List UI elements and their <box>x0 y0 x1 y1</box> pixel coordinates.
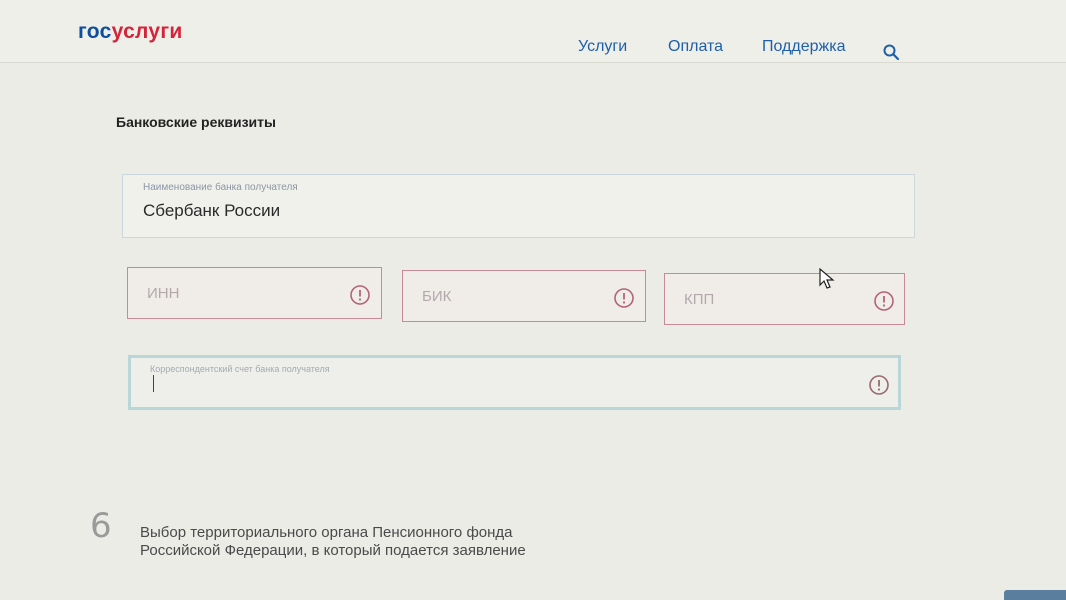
logo-part-gos: гос <box>78 20 112 43</box>
step-title-line2: Российской Федерации, в который подается… <box>140 542 526 559</box>
kpp-placeholder: КПП <box>684 291 715 308</box>
nav-payment[interactable]: Оплата <box>668 38 723 56</box>
bank-name-field[interactable]: Наименование банка получателя Сбербанк Р… <box>122 174 915 238</box>
step-number: 6 <box>90 506 112 546</box>
logo-part-uslugi: услуги <box>111 20 183 43</box>
bik-placeholder: БИК <box>422 288 452 305</box>
warning-icon <box>869 375 889 395</box>
bank-name-value: Сбербанк России <box>143 201 281 220</box>
next-button[interactable] <box>1004 590 1066 600</box>
section-title: Банковские реквизиты <box>116 114 276 130</box>
inn-placeholder: ИНН <box>147 285 180 302</box>
corr-account-label: Корреспондентский счет банка получателя <box>150 364 330 374</box>
bik-field[interactable]: БИК <box>402 270 646 322</box>
bank-name-label: Наименование банка получателя <box>143 182 298 193</box>
kpp-field[interactable]: КПП <box>664 273 905 325</box>
inn-field[interactable]: ИНН <box>127 267 382 319</box>
nav-support[interactable]: Поддержка <box>762 38 845 56</box>
corr-account-field[interactable]: Корреспондентский счет банка получателя <box>128 355 901 410</box>
mouse-pointer-icon <box>819 268 835 289</box>
warning-icon <box>874 291 894 311</box>
top-header: госуслуги Услуги Оплата Поддержка <box>0 0 1066 63</box>
gosuslugi-logo[interactable]: госуслуги <box>78 20 183 44</box>
warning-icon <box>350 285 370 305</box>
search-icon[interactable] <box>882 43 900 61</box>
text-caret <box>153 375 154 392</box>
step-title-line1: Выбор территориального органа Пенсионног… <box>140 524 513 541</box>
step-title[interactable]: Выбор территориального органа Пенсионног… <box>140 524 526 560</box>
nav-services[interactable]: Услуги <box>578 38 627 56</box>
warning-icon <box>614 288 634 308</box>
